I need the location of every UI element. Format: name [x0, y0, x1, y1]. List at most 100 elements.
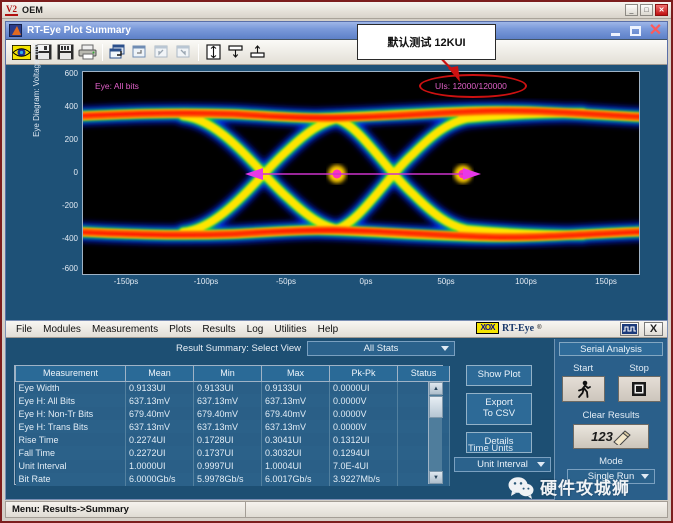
runner-icon [575, 380, 592, 399]
column-header-mean[interactable]: Mean [126, 366, 194, 381]
rt-eye-icon[interactable] [11, 42, 32, 62]
cell-mean: 637.13mV [126, 394, 194, 407]
eye-diagram-plot[interactable]: Eye: All bits UIs: 12000/120000 [82, 71, 640, 275]
table-row[interactable]: Bit Rate 6.0000Gb/s 5.9978Gb/s 6.0017Gb/… [16, 473, 450, 486]
cell-min: 0.9133UI [194, 381, 262, 394]
scrollbar-thumb[interactable] [429, 396, 443, 418]
save-as-icon[interactable] [55, 42, 76, 62]
align-bottom-icon[interactable] [247, 42, 268, 62]
stop-button[interactable] [618, 376, 661, 402]
toolbar-separator-1 [102, 44, 103, 61]
cell-pkpk: 0.1312UI [330, 433, 398, 446]
clear-results-row: 123 [555, 424, 667, 449]
cell-measurement: Eye H: Trans Bits [16, 420, 126, 433]
chevron-down-icon [537, 462, 545, 467]
cell-mean: 0.9133UI [126, 381, 194, 394]
table-row[interactable]: Eye H: Non-Tr Bits 679.40mV 679.40mV 679… [16, 407, 450, 420]
clear-results-button[interactable]: 123 [573, 424, 649, 449]
menu-item-results[interactable]: Results [202, 324, 235, 335]
cell-measurement: Rise Time [16, 433, 126, 446]
eye-width-arrow [243, 164, 483, 189]
scroll-up-button[interactable]: ▲ [429, 382, 443, 395]
table-row[interactable]: Eye Width 0.9133UI 0.9133UI 0.9133UI 0.0… [16, 381, 450, 394]
plot-close-button[interactable]: ✕ [647, 23, 664, 38]
plot-maximize-button[interactable] [627, 23, 644, 38]
select-view-dropdown[interactable]: All Stats [307, 341, 455, 356]
previous-plot-icon[interactable] [151, 42, 172, 62]
column-header-max[interactable]: Max [262, 366, 330, 381]
y-axis-label: Eye Diagram: Voltage, mV [32, 15, 41, 165]
menu-item-plots[interactable]: Plots [169, 324, 191, 335]
cell-mean: 0.2274UI [126, 433, 194, 446]
cell-max: 6.0017Gb/s [262, 473, 330, 486]
chevron-down-icon [441, 346, 449, 351]
table-row[interactable]: Rise Time 0.2274UI 0.1728UI 0.3041UI 0.1… [16, 433, 450, 446]
column-header-min[interactable]: Min [194, 366, 262, 381]
cell-pkpk: 0.0000V [330, 420, 398, 433]
rt-eye-logo-icon: XOX [476, 322, 499, 334]
cell-pkpk: 7.0E-4UI [330, 460, 398, 473]
oem-close-button[interactable]: ✕ [655, 4, 668, 16]
watermark-text: 硬件攻城狮 [540, 474, 630, 499]
menu-item-utilities[interactable]: Utilities [274, 324, 306, 335]
plot-window-titlebar: RT-Eye Plot Summary ✕ [6, 22, 667, 40]
cell-pkpk: 0.1294UI [330, 446, 398, 459]
oem-window-controls: _ □ ✕ [625, 4, 668, 16]
fit-vertical-icon[interactable] [203, 42, 224, 62]
cell-mean: 6.0000Gb/s [126, 473, 194, 486]
cell-measurement: Eye H: Non-Tr Bits [16, 407, 126, 420]
start-stop-buttons [555, 376, 667, 402]
y-tick: 600 [44, 69, 78, 78]
start-button[interactable] [562, 376, 605, 402]
chevron-down-icon [641, 474, 649, 479]
cell-pkpk: 3.9227Mb/s [330, 473, 398, 486]
oem-maximize-button[interactable]: □ [640, 4, 653, 16]
close-icon[interactable]: X [644, 322, 663, 336]
plot-window-controls: ✕ [607, 23, 664, 38]
y-tick: 0 [44, 168, 78, 177]
menu-item-modules[interactable]: Modules [43, 324, 81, 335]
menu-item-measurements[interactable]: Measurements [92, 324, 158, 335]
align-top-icon[interactable] [225, 42, 246, 62]
plot-window-title: RT-Eye Plot Summary [27, 25, 131, 36]
x-tick: 100ps [515, 277, 537, 286]
next-plot-icon[interactable] [173, 42, 194, 62]
menu-item-help[interactable]: Help [318, 324, 339, 335]
cell-mean: 637.13mV [126, 420, 194, 433]
table-row[interactable]: Fall Time 0.2272UI 0.1737UI 0.3032UI 0.1… [16, 446, 450, 459]
table-row[interactable]: Eye H: Trans Bits 637.13mV 637.13mV 637.… [16, 420, 450, 433]
x-tick: -150ps [114, 277, 138, 286]
annotation-callout: 默认测试 12KUI [357, 24, 496, 60]
oem-minimize-button[interactable]: _ [625, 4, 638, 16]
print-icon[interactable] [77, 42, 98, 62]
time-units-label: Time Units [468, 443, 513, 454]
x-tick: -50ps [276, 277, 296, 286]
cell-min: 0.1728UI [194, 433, 262, 446]
x-axis-ticks: -150ps -100ps -50ps 0ps 50ps 100ps 150ps [82, 277, 642, 293]
status-bar: Menu: Results->Summary [5, 501, 668, 518]
cell-mean: 679.40mV [126, 407, 194, 420]
scroll-down-button[interactable]: ▼ [429, 471, 443, 484]
column-header-measurement[interactable]: Measurement [16, 366, 126, 381]
table-row[interactable]: Unit Interval 1.0000UI 0.9997UI 1.0004UI… [16, 460, 450, 473]
menu-item-file[interactable]: File [16, 324, 32, 335]
waveform-icon[interactable] [620, 322, 639, 336]
table-header-row: Measurement Mean Min Max Pk-Pk Status [16, 366, 450, 381]
cell-measurement: Bit Rate [16, 473, 126, 486]
export-to-csv-button[interactable]: Export To CSV [466, 393, 532, 425]
column-header-pkpk[interactable]: Pk-Pk [330, 366, 398, 381]
table-row[interactable]: Eye H: All Bits 637.13mV 637.13mV 637.13… [16, 394, 450, 407]
cascade-windows-icon[interactable] [129, 42, 150, 62]
cell-min: 637.13mV [194, 420, 262, 433]
plot-minimize-button[interactable] [607, 23, 624, 38]
results-table-container[interactable]: Measurement Mean Min Max Pk-Pk Status Ey… [14, 365, 443, 485]
cell-pkpk: 0.0000V [330, 407, 398, 420]
column-header-status[interactable]: Status [398, 366, 450, 381]
tile-windows-icon[interactable] [107, 42, 128, 62]
time-units-dropdown[interactable]: Unit Interval [454, 457, 551, 472]
menu-item-log[interactable]: Log [247, 324, 264, 335]
table-scrollbar[interactable]: ▲ ▼ [428, 382, 442, 484]
cell-pkpk: 0.0000V [330, 394, 398, 407]
show-plot-button[interactable]: Show Plot [466, 365, 532, 386]
plot-window-icon [9, 24, 22, 37]
